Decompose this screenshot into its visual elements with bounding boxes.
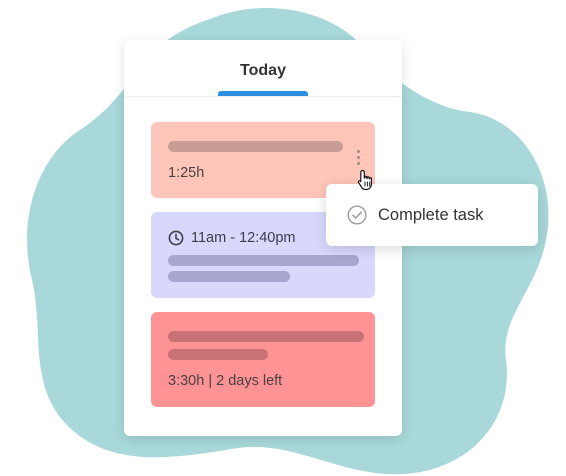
task-subtitle-placeholder: [168, 271, 290, 282]
task-title-placeholder: [168, 141, 343, 152]
clock-icon: [168, 230, 184, 246]
hand-pointer-cursor-icon: [357, 169, 372, 191]
task-card[interactable]: 3:30h | 2 days left: [151, 312, 375, 407]
task-context-menu: Complete task: [326, 184, 538, 246]
task-subtitle-placeholder: [168, 349, 268, 360]
complete-task-menu-item[interactable]: Complete task: [378, 206, 483, 225]
check-circle-icon: [347, 205, 367, 225]
task-duration: 1:25h: [168, 165, 205, 181]
task-title-placeholder: [168, 255, 359, 266]
task-time-range: 11am - 12:40pm: [191, 230, 296, 246]
task-title-placeholder: [168, 331, 364, 342]
tab-active-indicator: [218, 91, 308, 96]
tab-today[interactable]: Today: [124, 62, 402, 80]
tab-bar: Today: [124, 40, 402, 97]
task-duration-deadline: 3:30h | 2 days left: [168, 373, 283, 389]
